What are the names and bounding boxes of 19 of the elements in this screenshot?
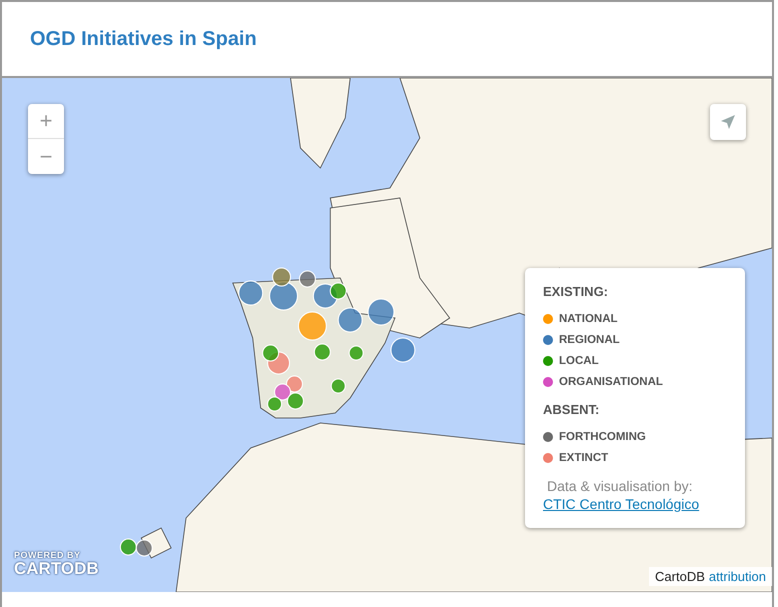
logo-text: CARTODB [14,560,99,577]
credit-link[interactable]: CTIC Centro Tecnológico [543,496,700,512]
credit-text: Data & visualisation by: [546,478,694,494]
map-title: OGD Initiatives in Spain [30,28,257,50]
legend-label: FORTHCOMING [559,430,646,442]
zoom-out-button[interactable]: − [28,139,64,174]
legend-heading: ABSENT: [543,402,600,417]
legend-label: EXTINCT [559,452,608,464]
share-button[interactable] [710,104,746,140]
paper-plane-icon [720,114,736,130]
legend-label: NATIONAL [559,312,618,324]
legend-label: LOCAL [559,354,599,366]
zoom-in-button[interactable]: + [28,104,64,139]
logo-tagline: POWERED BY [14,550,82,560]
legend-label: ORGANISATIONAL [559,376,663,388]
attribution-text: CartoDB [655,569,705,584]
legend-label: REGIONAL [559,334,620,346]
attribution-link[interactable]: attribution [708,569,766,584]
legend-heading: EXISTING: [543,284,610,299]
